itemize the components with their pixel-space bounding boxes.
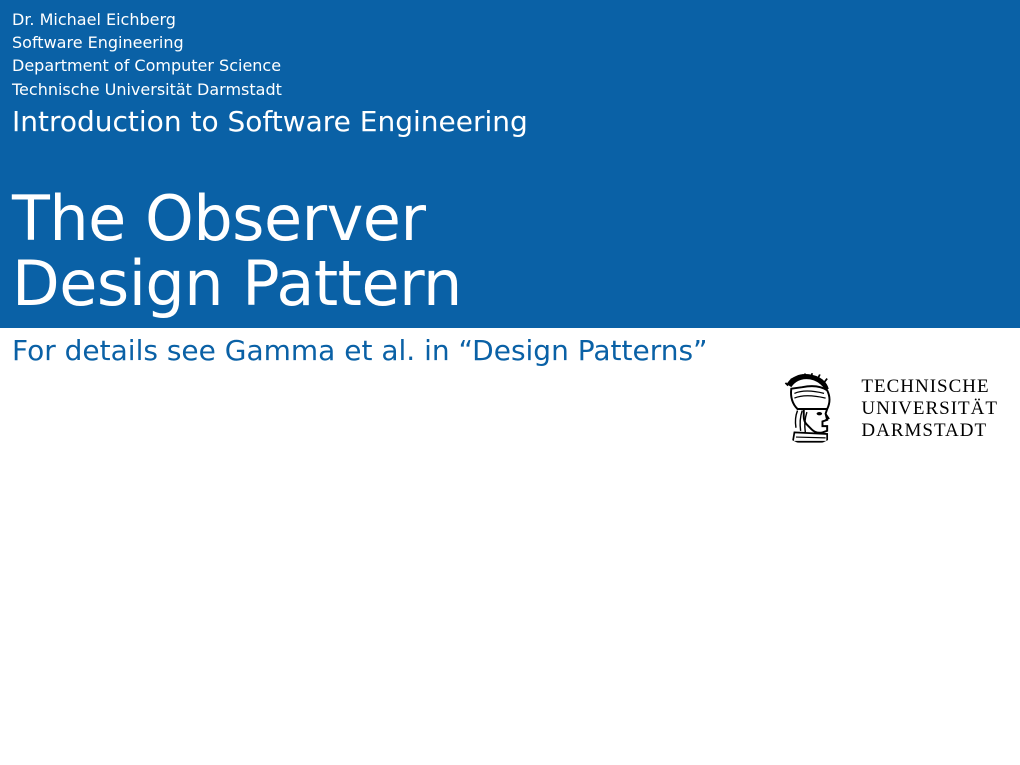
author-info: Dr. Michael Eichberg Software Engineerin… xyxy=(12,8,1008,101)
chair-name: Software Engineering xyxy=(12,31,1008,54)
logo-text-line2: UNIVERSITÄT xyxy=(861,398,998,420)
main-title: The Observer Design Pattern xyxy=(12,186,1008,316)
athena-emblem-icon xyxy=(771,370,849,448)
author-name: Dr. Michael Eichberg xyxy=(12,8,1008,31)
course-title: Introduction to Software Engineering xyxy=(12,105,1008,138)
slide: Dr. Michael Eichberg Software Engineerin… xyxy=(0,0,1020,765)
header-block: Dr. Michael Eichberg Software Engineerin… xyxy=(0,0,1020,328)
logo-text-line1: TECHNISCHE xyxy=(861,376,998,398)
logo-text-line3: DARMSTADT xyxy=(861,420,998,442)
university-logo: TECHNISCHE UNIVERSITÄT DARMSTADT xyxy=(771,370,998,448)
department-name: Department of Computer Science xyxy=(12,54,1008,77)
subtitle: For details see Gamma et al. in “Design … xyxy=(0,328,1020,367)
logo-text: TECHNISCHE UNIVERSITÄT DARMSTADT xyxy=(861,376,998,442)
main-title-line1: The Observer xyxy=(12,186,1008,251)
university-name: Technische Universität Darmstadt xyxy=(12,78,1008,101)
main-title-line2: Design Pattern xyxy=(12,251,1008,316)
